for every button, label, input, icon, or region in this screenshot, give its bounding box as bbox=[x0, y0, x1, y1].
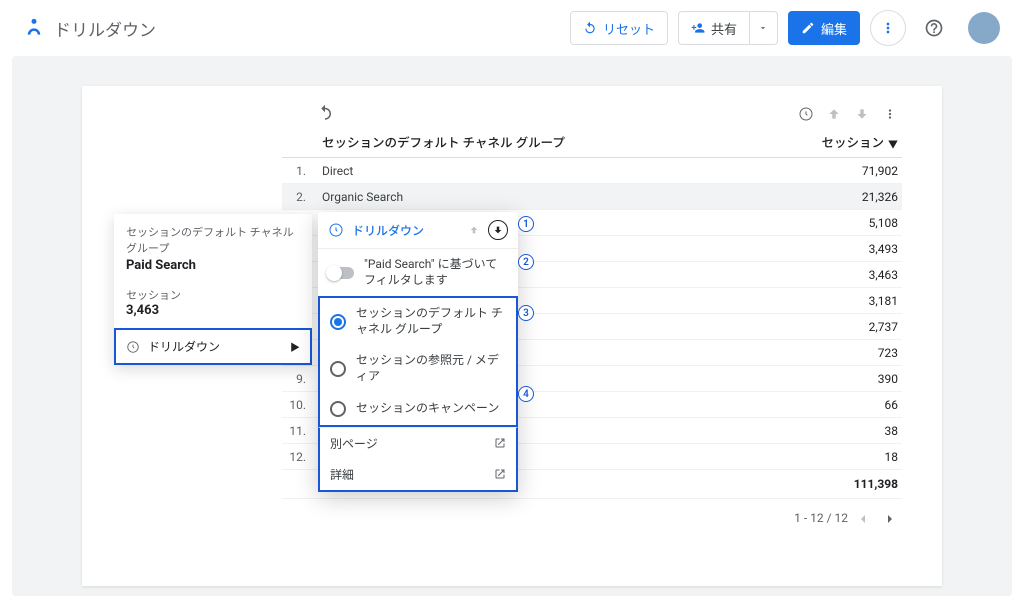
tooltip-dim-label: セッションのデフォルト チャネル グループ bbox=[114, 214, 312, 258]
user-avatar[interactable] bbox=[968, 12, 1000, 44]
reset-button[interactable]: リセット bbox=[570, 11, 668, 45]
help-button[interactable] bbox=[916, 10, 952, 46]
metric-cell: 66 bbox=[755, 392, 902, 418]
metric-cell: 71,902 bbox=[755, 158, 902, 184]
popup-filter-row[interactable]: "Paid Search" に基づいてフィルタします bbox=[318, 249, 518, 296]
drill-links-group: 別ページ 詳細 bbox=[318, 427, 518, 492]
app-header: ドリルダウン リセット 共有 編集 bbox=[0, 0, 1024, 56]
callout-2: 2 bbox=[518, 254, 534, 270]
radio-icon bbox=[330, 361, 346, 377]
pencil-icon bbox=[801, 21, 815, 35]
drill-down-button[interactable] bbox=[488, 220, 508, 240]
metric-cell: 3,463 bbox=[755, 262, 902, 288]
pager-next[interactable] bbox=[878, 507, 902, 531]
edit-button[interactable]: 編集 bbox=[788, 11, 860, 45]
callout-3: 3 bbox=[518, 305, 534, 321]
total-value: 111,398 bbox=[755, 470, 902, 499]
more-menu-button[interactable] bbox=[870, 10, 906, 46]
drill-up-icon[interactable] bbox=[822, 102, 846, 126]
callout-1: 1 bbox=[518, 216, 534, 232]
dimension-cell: Direct bbox=[318, 158, 755, 184]
drilldown-popup: ドリルダウン "Paid Search" に基づいてフィルタします セッションの… bbox=[318, 212, 518, 492]
tooltip-drilldown-row[interactable]: ドリルダウン ▶ bbox=[114, 328, 312, 365]
more-vert-icon bbox=[880, 20, 896, 36]
drill-down-icon[interactable] bbox=[850, 102, 874, 126]
metric-cell: 723 bbox=[755, 340, 902, 366]
history-icon bbox=[328, 222, 344, 238]
table-toolbar bbox=[790, 102, 902, 126]
drill-up-button[interactable] bbox=[464, 220, 484, 240]
toggle-switch[interactable] bbox=[328, 267, 354, 279]
sort-desc-icon: ▼ bbox=[888, 140, 898, 151]
metric-cell: 5,108 bbox=[755, 210, 902, 236]
callout-4: 4 bbox=[518, 386, 534, 402]
table-row[interactable]: 1.Direct71,902 bbox=[282, 158, 902, 184]
metric-header[interactable]: セッション▼ bbox=[755, 126, 902, 158]
cell-tooltip: セッションのデフォルト チャネル グループ Paid Search セッション … bbox=[114, 214, 312, 365]
metric-cell: 38 bbox=[755, 418, 902, 444]
popup-link-new-page[interactable]: 別ページ bbox=[320, 428, 516, 459]
metric-cell: 3,181 bbox=[755, 288, 902, 314]
report-page: セッションのデフォルト チャネル グループ セッション▼ 1.Direct71,… bbox=[82, 86, 942, 586]
open-in-new-icon bbox=[494, 468, 506, 480]
popup-link-detail[interactable]: 詳細 bbox=[320, 459, 516, 490]
tooltip-dim-value: Paid Search bbox=[114, 258, 312, 281]
drill-dimension-option[interactable]: セッションの参照元 / メディア bbox=[320, 345, 516, 392]
table-pager: 1 - 12 / 12 bbox=[282, 507, 902, 531]
page-title: ドリルダウン bbox=[54, 16, 156, 41]
looker-studio-logo-icon bbox=[24, 18, 44, 38]
report-canvas: セッションのデフォルト チャネル グループ セッション▼ 1.Direct71,… bbox=[12, 56, 1012, 596]
dimension-cell: Organic Search bbox=[318, 184, 755, 210]
popup-title: ドリルダウン bbox=[352, 222, 460, 239]
metric-cell: 390 bbox=[755, 366, 902, 392]
pager-prev[interactable] bbox=[851, 507, 875, 531]
radio-icon bbox=[330, 314, 346, 330]
undo-icon[interactable] bbox=[316, 104, 334, 122]
tooltip-metric-value: 3,463 bbox=[114, 303, 312, 328]
chevron-right-icon: ▶ bbox=[290, 339, 300, 354]
drill-dimension-option[interactable]: セッションのデフォルト チャネル グループ bbox=[320, 298, 516, 345]
metric-cell: 2,737 bbox=[755, 314, 902, 340]
history-icon bbox=[126, 340, 140, 354]
table-row[interactable]: 2.Organic Search21,326 bbox=[282, 184, 902, 210]
metric-cell: 18 bbox=[755, 444, 902, 470]
metric-cell: 21,326 bbox=[755, 184, 902, 210]
drill-reset-icon[interactable] bbox=[794, 102, 818, 126]
person-add-icon bbox=[691, 21, 705, 35]
drill-dimension-option[interactable]: セッションのキャンペーン bbox=[320, 393, 516, 425]
share-dropdown-caret[interactable] bbox=[750, 11, 778, 45]
drill-dimension-group: セッションのデフォルト チャネル グループセッションの参照元 / メディアセッシ… bbox=[318, 296, 518, 426]
dimension-header[interactable]: セッションのデフォルト チャネル グループ bbox=[318, 126, 755, 158]
radio-icon bbox=[330, 401, 346, 417]
share-button[interactable]: 共有 bbox=[678, 11, 750, 45]
undo-icon bbox=[583, 21, 597, 35]
metric-cell: 3,493 bbox=[755, 236, 902, 262]
tooltip-metric-label: セッション bbox=[114, 281, 312, 303]
help-icon bbox=[924, 18, 944, 38]
open-in-new-icon bbox=[494, 437, 506, 449]
table-more-icon[interactable] bbox=[878, 102, 902, 126]
